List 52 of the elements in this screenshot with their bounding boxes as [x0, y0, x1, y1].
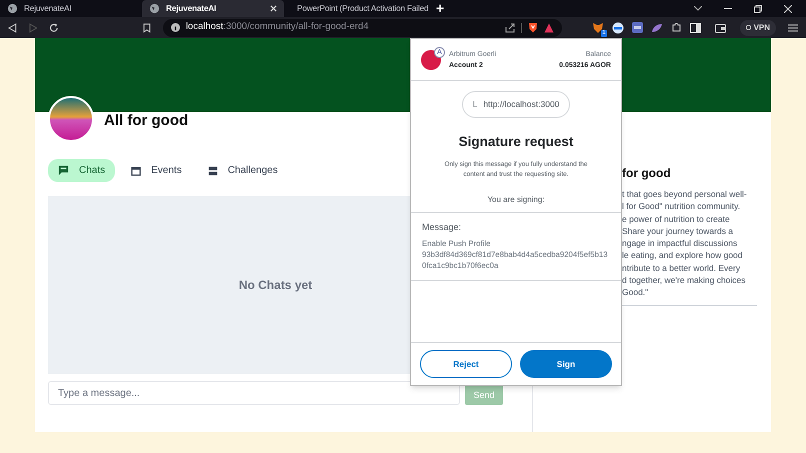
about-text-line: Good.": [622, 286, 650, 299]
about-heading: for good: [622, 165, 672, 182]
new-tab-button[interactable]: +: [436, 0, 444, 17]
signing-label: You are signing:: [486, 194, 546, 206]
about-text-line: Share your journey towards a: [622, 224, 734, 238]
vpn-button[interactable]: VPN: [740, 20, 776, 36]
reload-icon[interactable]: [49, 22, 60, 32]
about-text-line: l for Good" nutrition community.: [622, 200, 742, 213]
about-text-line: le eating, and explore how good: [622, 249, 744, 262]
sign-button[interactable]: Sign: [520, 350, 612, 378]
triangle-icon[interactable]: [544, 22, 554, 32]
share-icon[interactable]: [504, 22, 515, 32]
about-text-line: d together, we're making choices: [622, 274, 747, 286]
account-avatar: [421, 50, 441, 70]
popup-title: Signature request: [458, 133, 574, 151]
origin-url: http://localhost:3000: [483, 98, 560, 111]
list-icon: [208, 166, 218, 176]
community-tab[interactable]: Chats: [48, 159, 116, 182]
chevron-icon[interactable]: [694, 6, 702, 11]
close-icon[interactable]: [270, 5, 277, 12]
community-tab[interactable]: Challenges: [198, 159, 288, 182]
message-label: Message:: [422, 221, 462, 234]
url-text: localhost:3000/community/all-for-good-erd4: [186, 20, 369, 34]
puzzle-icon[interactable]: [670, 22, 682, 33]
chat-icon: [58, 165, 69, 176]
address-bar[interactable]: localhost:3000/community/all-for-good-erd4: [162, 18, 562, 36]
browser-tab[interactable]: PowerPoint (Product Activation Failed: [284, 0, 426, 17]
about-text-line: e power of nutrition to create: [622, 212, 731, 225]
menu-icon[interactable]: [788, 24, 798, 32]
message-input[interactable]: Type a message...: [48, 381, 460, 405]
fox-icon[interactable]: [592, 22, 604, 34]
about-text-line: ngage in impactful discussions: [622, 237, 738, 250]
back-icon[interactable]: [8, 22, 17, 32]
origin-initial: L: [472, 98, 478, 111]
bookmark-icon[interactable]: [143, 22, 151, 32]
minimize-icon[interactable]: [724, 8, 732, 10]
reject-button[interactable]: Reject: [420, 350, 512, 378]
about-text-line: t that goes beyond personal well-: [622, 188, 748, 200]
browser-tab[interactable]: RejuvenateAI: [0, 0, 142, 17]
close-icon[interactable]: [784, 4, 792, 12]
about-text-line: ntribute to a better world. Every: [622, 262, 742, 274]
restore-icon[interactable]: [754, 4, 762, 12]
wallet-icon[interactable]: [714, 22, 726, 32]
leaf-icon[interactable]: [650, 22, 663, 32]
empty-chat-message: No Chats yet: [238, 277, 312, 294]
sidebar-icon[interactable]: [690, 22, 701, 32]
calendar-icon: [131, 166, 142, 176]
community-tab[interactable]: Events: [121, 159, 192, 182]
browser-tab[interactable]: RejuvenateAI: [142, 0, 284, 17]
square-extension-icon[interactable]: [632, 22, 643, 33]
community-title: All for good: [104, 111, 188, 132]
info-icon: [170, 23, 180, 32]
